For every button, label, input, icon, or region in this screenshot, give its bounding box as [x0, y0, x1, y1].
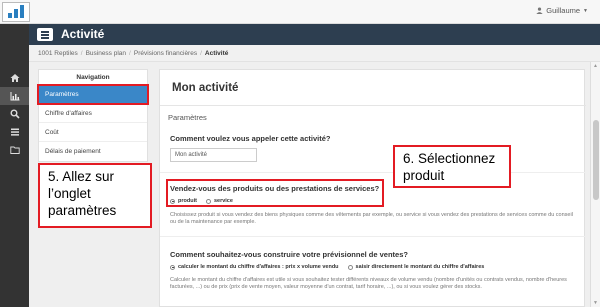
divider: [160, 105, 586, 106]
radio-saisir-label[interactable]: saisir directement le montant du chiffre…: [356, 264, 485, 270]
highlight-parametres: [37, 84, 149, 105]
product-service-help: Choisissez produit si vous vendez des bi…: [170, 212, 573, 226]
title-bar: Activité: [29, 24, 600, 45]
user-name: Guillaume: [546, 6, 581, 15]
rail-item-list[interactable]: [0, 123, 29, 141]
radio-calculer[interactable]: [170, 264, 175, 270]
forecast-method-help: Calculer le montant du chiffre d'affaire…: [170, 277, 567, 291]
list-icon: [10, 128, 19, 136]
annotation-step-5: 5. Allez sur l’onglet paramètres: [38, 163, 152, 228]
menu-icon: [41, 31, 49, 33]
scroll-down-icon[interactable]: ▼: [593, 300, 598, 306]
annotation-step-6: 6. Sélectionnez produit: [393, 145, 511, 188]
rail-item-search[interactable]: [0, 105, 29, 123]
rail-item-home[interactable]: [0, 69, 29, 87]
radio-saisir[interactable]: [347, 264, 353, 270]
nav-item-delais-paiement[interactable]: Délais de paiement: [39, 141, 147, 160]
main-title: Mon activité: [172, 82, 239, 94]
rail-item-folder[interactable]: [0, 141, 29, 159]
divider: [160, 172, 586, 173]
question-activity-name: Comment voulez vous appeler cette activi…: [170, 134, 331, 143]
breadcrumb-item[interactable]: 1001 Reptiles: [38, 50, 78, 57]
breadcrumb: 1001 Reptiles / Business plan / Prévisions…: [29, 45, 600, 62]
user-menu[interactable]: Guillaume ▼: [536, 6, 588, 15]
scroll-up-icon[interactable]: ▲: [593, 63, 598, 69]
breadcrumb-item[interactable]: Business plan: [86, 50, 126, 57]
chart-icon: [10, 92, 19, 101]
menu-toggle-button[interactable]: [37, 28, 53, 41]
breadcrumb-current: Activité: [204, 50, 229, 57]
nav-item-chiffre-affaires[interactable]: Chiffre d'affaires: [39, 103, 147, 122]
caret-down-icon: ▼: [583, 7, 588, 14]
navigation-heading: Navigation: [76, 74, 110, 81]
user-icon: [536, 7, 543, 14]
page-scrollbar[interactable]: ▲ ▼: [590, 62, 600, 307]
page-title: Activité: [61, 27, 105, 41]
section-title: Paramètres: [168, 113, 207, 122]
rail-item-chart[interactable]: [0, 87, 29, 105]
app-logo[interactable]: [2, 2, 30, 22]
folder-icon: [9, 146, 20, 154]
activity-name-input[interactable]: Mon activité: [170, 148, 257, 162]
nav-item-cout[interactable]: Coût: [39, 122, 147, 141]
question-forecast-method: Comment souhaitez-vous construire votre …: [170, 250, 408, 259]
search-icon: [10, 109, 20, 119]
icon-sidebar: [0, 24, 29, 307]
divider: [160, 236, 586, 237]
radio-calculer-label[interactable]: calculer le montant du chiffre d'affaire…: [178, 264, 339, 270]
highlight-produit: [166, 179, 384, 207]
breadcrumb-item[interactable]: Prévisions financières: [134, 50, 197, 57]
forecast-method-options: calculer le montant du chiffre d'affaire…: [170, 264, 484, 270]
navigation-panel: Navigation Paramètres Chiffre d'affaires…: [38, 69, 148, 162]
scroll-thumb[interactable]: [593, 120, 599, 200]
home-icon: [10, 74, 19, 82]
top-bar: Guillaume ▼: [0, 0, 600, 24]
